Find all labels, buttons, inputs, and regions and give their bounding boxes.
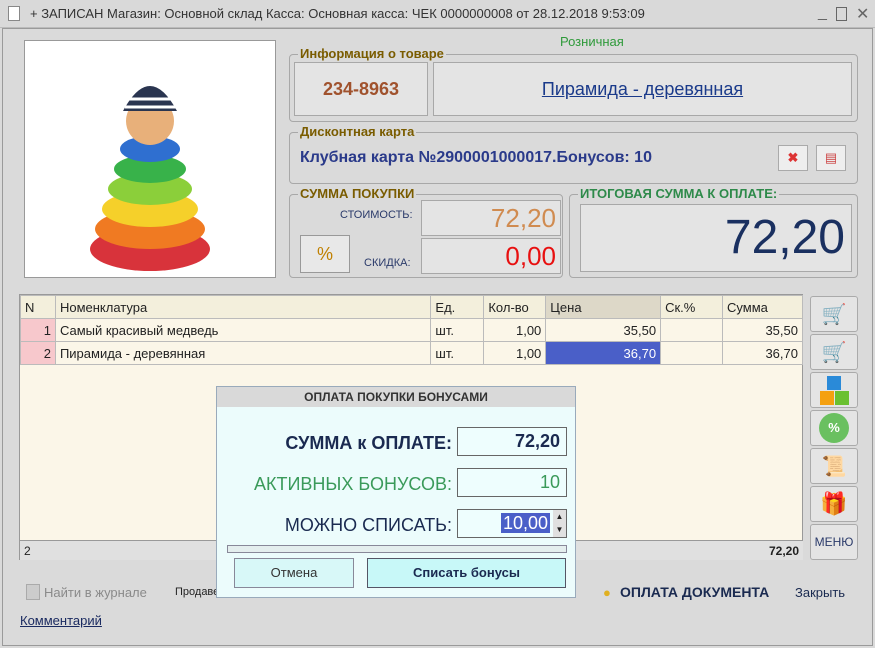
active-bonuses-field: 10 <box>457 468 567 497</box>
writeoff-input[interactable]: 10,00 <box>457 509 567 538</box>
writeoff-value: 10,00 <box>500 513 550 533</box>
purchase-sum-group: СУММА ПОКУПКИ СТОИМОСТЬ: 72,20 СКИДКА: 0… <box>289 186 563 278</box>
cart-remove-icon: 🛒 <box>821 341 847 364</box>
product-code: 234-8963 <box>294 62 428 116</box>
gift-icon: 🎁 <box>820 491 848 516</box>
document-icon <box>8 6 20 21</box>
cost-value: 72,20 <box>421 200 561 236</box>
gift-button[interactable]: 🎁 <box>810 486 858 522</box>
bonus-payment-dialog: ОПЛАТА ПОКУПКИ БОНУСАМИ СУММА к ОПЛАТЕ: … <box>216 386 576 598</box>
add-item-button[interactable]: 🛒 <box>810 296 858 332</box>
sum-field: 72,20 <box>457 427 567 456</box>
footer-count: 2 <box>24 544 31 558</box>
cart-add-icon: 🛒 <box>821 303 847 326</box>
total-group: ИТОГОВАЯ СУММА К ОПЛАТЕ: 72,20 <box>569 186 858 278</box>
maximize-button[interactable] <box>836 7 847 21</box>
price-type: Розничная <box>560 34 624 49</box>
col-unit[interactable]: Ед. <box>430 295 485 319</box>
discount-label: СКИДКА: <box>364 257 411 269</box>
percent-badge-icon: % <box>819 413 849 443</box>
table-row[interactable]: 2 Пирамида - деревянная шт. 1,00 36,70 3… <box>20 341 803 365</box>
col-sum[interactable]: Сумма <box>722 295 803 319</box>
dialog-title: ОПЛАТА ПОКУПКИ БОНУСАМИ <box>217 387 575 407</box>
col-disc[interactable]: Ск.% <box>660 295 724 319</box>
cell-n: 2 <box>20 341 56 365</box>
window-title: + ЗАПИСАН Магазин: Основной склад Касса:… <box>30 6 645 21</box>
cell-name: Самый красивый медведь <box>54 318 432 342</box>
cell-disc <box>660 318 724 342</box>
cell-sum: 35,50 <box>722 318 803 342</box>
col-n[interactable]: N <box>20 295 56 319</box>
catalog-button[interactable] <box>810 372 858 408</box>
cell-disc <box>660 341 724 365</box>
journal-icon <box>26 584 40 600</box>
cell-price-selected[interactable]: 36,70 <box>545 341 662 365</box>
table-row[interactable]: 1 Самый красивый медведь шт. 1,00 35,50 … <box>20 318 803 342</box>
progress-bar <box>227 545 567 553</box>
cell-price: 35,50 <box>545 318 662 342</box>
cost-label: СТОИМОСТЬ: <box>340 209 413 221</box>
cell-n: 1 <box>20 318 56 342</box>
comment-link[interactable]: Комментарий <box>20 613 102 628</box>
scroll-icon: 📜 <box>821 455 847 478</box>
cell-unit: шт. <box>430 318 485 342</box>
cell-qty: 1,00 <box>483 341 547 365</box>
total-label: ИТОГОВАЯ СУММА К ОПЛАТЕ: <box>578 186 780 201</box>
col-name[interactable]: Номенклатура <box>54 295 432 319</box>
remove-item-button[interactable]: 🛒 <box>810 334 858 370</box>
discount-percent-button[interactable]: % <box>810 410 858 446</box>
card-info-button[interactable]: ▤ <box>816 145 846 171</box>
cell-unit: шт. <box>430 341 485 365</box>
purchase-sum-label: СУММА ПОКУПКИ <box>298 186 417 201</box>
discount-card-text: Клубная карта №2900001000017.Бонусов: 10 <box>300 149 652 166</box>
receipt-button[interactable]: 📜 <box>810 448 858 484</box>
remove-card-button[interactable]: ✖ <box>778 145 808 171</box>
col-price[interactable]: Цена <box>545 295 662 319</box>
col-qty[interactable]: Кол-во <box>483 295 547 319</box>
close-window-button[interactable]: ✕ <box>856 4 869 24</box>
footer-total: 72,20 <box>768 544 799 558</box>
cancel-button[interactable]: Отмена <box>234 558 354 588</box>
cell-sum: 36,70 <box>722 341 803 365</box>
close-button[interactable]: Закрыть <box>795 585 845 600</box>
pay-document-button[interactable]: ОПЛАТА ДОКУМЕНТА <box>620 584 769 600</box>
blocks-icon <box>819 375 849 405</box>
coins-icon: ● <box>603 585 611 600</box>
discount-value: 0,00 <box>421 238 561 274</box>
title-bar: + ЗАПИСАН Магазин: Основной склад Касса:… <box>0 0 875 28</box>
writeoff-label: МОЖНО СПИСАТЬ: <box>284 515 452 535</box>
active-bonuses-label: АКТИВНЫХ БОНУСОВ: <box>253 474 452 494</box>
writeoff-spinner[interactable]: ▲ ▼ <box>553 510 566 537</box>
cell-qty: 1,00 <box>483 318 547 342</box>
total-value: 72,20 <box>580 204 852 272</box>
product-image <box>24 40 276 278</box>
product-name-link[interactable]: Пирамида - деревянная <box>433 62 852 116</box>
write-off-bonuses-button[interactable]: Списать бонусы <box>367 558 566 588</box>
discount-card-group: Дисконтная карта Клубная карта №29000010… <box>289 124 858 184</box>
find-in-journal-link[interactable]: Найти в журнале <box>44 585 147 600</box>
cell-name: Пирамида - деревянная <box>54 341 432 365</box>
minimize-button[interactable]: _ <box>818 4 827 22</box>
discount-card-label: Дисконтная карта <box>298 124 417 139</box>
product-info-label: Информация о товаре <box>298 46 446 61</box>
menu-button[interactable]: МЕНЮ <box>810 524 858 560</box>
discount-button[interactable]: % <box>300 235 350 273</box>
sum-label: СУММА к ОПЛАТЕ: <box>285 433 452 453</box>
